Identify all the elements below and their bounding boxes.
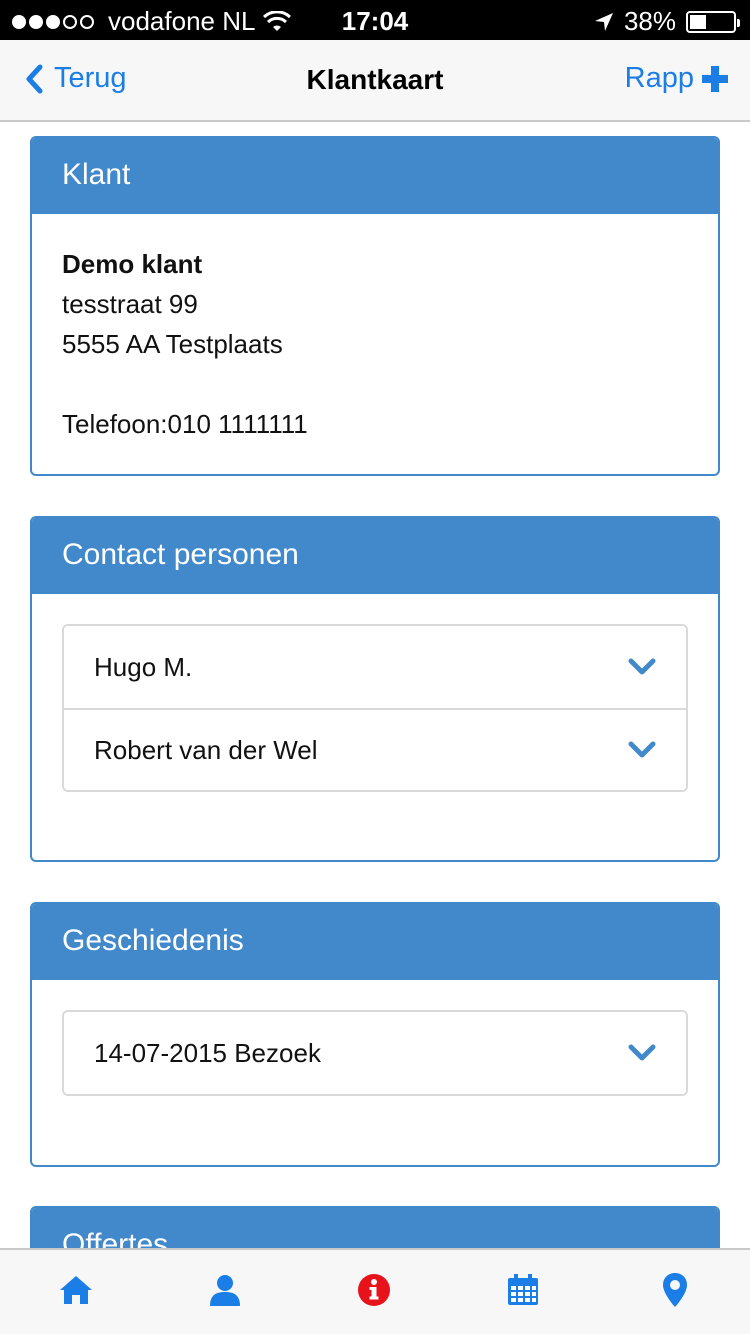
user-icon bbox=[210, 1275, 240, 1306]
contacts-panel-body: Hugo M. Robert van der Wel bbox=[32, 594, 718, 822]
customer-postal-city: 5555 AA Testplaats bbox=[62, 329, 283, 359]
history-item[interactable]: 14-07-2015 Bezoek bbox=[64, 1012, 686, 1094]
history-list: 14-07-2015 Bezoek bbox=[62, 1010, 688, 1096]
contacts-list: Hugo M. Robert van der Wel bbox=[62, 624, 688, 792]
tab-location[interactable] bbox=[655, 1270, 695, 1310]
info-icon bbox=[358, 1274, 390, 1306]
tab-info[interactable] bbox=[354, 1270, 394, 1310]
add-report-button[interactable]: Rapp bbox=[625, 62, 728, 95]
customer-street: tesstraat 99 bbox=[62, 289, 198, 319]
chevron-down-icon bbox=[628, 658, 656, 675]
tab-calendar[interactable] bbox=[503, 1270, 543, 1310]
contact-name: Hugo M. bbox=[94, 652, 193, 682]
navigation-bar: Terug Klantkaart Rapp bbox=[0, 40, 750, 122]
tab-home[interactable] bbox=[56, 1270, 96, 1310]
scroll-content[interactable]: Klant Demo klant tesstraat 99 5555 AA Te… bbox=[0, 122, 750, 1248]
plus-icon bbox=[702, 65, 728, 92]
contact-name: Robert van der Wel bbox=[94, 735, 318, 765]
contacts-panel-title: Contact personen bbox=[32, 518, 718, 594]
status-right: 38% bbox=[594, 6, 740, 37]
calendar-icon bbox=[508, 1274, 538, 1305]
location-pin-icon bbox=[663, 1273, 687, 1307]
battery-icon bbox=[686, 10, 740, 33]
contact-item[interactable]: Robert van der Wel bbox=[64, 708, 686, 790]
add-report-label: Rapp bbox=[624, 62, 694, 94]
customer-phone[interactable]: Telefoon:010 1111111 bbox=[62, 404, 688, 444]
tab-contacts[interactable] bbox=[205, 1270, 245, 1310]
customer-name: Demo klant bbox=[62, 249, 203, 279]
status-bar: vodafone NL 17:04 38% bbox=[0, 0, 750, 40]
history-entry: 14-07-2015 Bezoek bbox=[94, 1038, 321, 1068]
history-panel-title: Geschiedenis bbox=[32, 904, 718, 980]
home-icon bbox=[60, 1276, 92, 1304]
chevron-down-icon bbox=[628, 741, 656, 758]
quotes-panel-title: Offertes bbox=[32, 1208, 718, 1248]
customer-panel: Klant Demo klant tesstraat 99 5555 AA Te… bbox=[30, 136, 720, 476]
location-arrow-icon bbox=[594, 12, 613, 31]
contact-item[interactable]: Hugo M. bbox=[64, 626, 686, 708]
history-panel: Geschiedenis 14-07-2015 Bezoek bbox=[30, 902, 720, 1167]
contacts-panel: Contact personen Hugo M. Robert van der … bbox=[30, 516, 720, 862]
chevron-down-icon bbox=[628, 1044, 656, 1061]
history-panel-body: 14-07-2015 Bezoek bbox=[32, 980, 718, 1126]
quotes-panel: Offertes bbox=[30, 1206, 720, 1248]
customer-panel-body: Demo klant tesstraat 99 5555 AA Testplaa… bbox=[32, 214, 718, 474]
customer-panel-title: Klant bbox=[32, 138, 718, 214]
battery-percent: 38% bbox=[623, 6, 676, 36]
tab-bar bbox=[0, 1248, 750, 1334]
